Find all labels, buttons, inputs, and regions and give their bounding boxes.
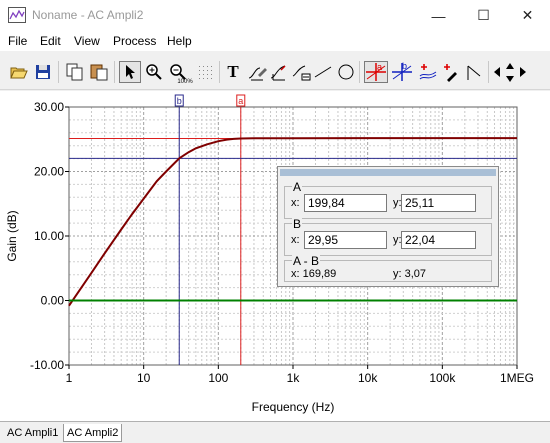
cursor-b-label: b <box>402 61 408 71</box>
cursor-b-x-label: x: <box>291 234 300 246</box>
cursor-a-label: a <box>377 62 383 72</box>
save-icon <box>36 65 50 79</box>
y-axis-label: Gain (dB) <box>5 210 19 261</box>
zoom-100-label: 100% <box>177 79 193 85</box>
cursor-diff-x: x: 169,89 <box>291 268 337 280</box>
menu-help[interactable]: Help <box>167 34 192 48</box>
curve-tool-button[interactable] <box>268 61 290 83</box>
y-tick-label: 0.00 <box>41 294 65 308</box>
toolbar: 100% T a b <box>0 55 550 90</box>
copy-icon <box>66 63 83 81</box>
text-tool-button[interactable]: T <box>222 61 244 83</box>
marker-icon <box>444 64 457 82</box>
arrow-down-button[interactable] <box>504 73 516 85</box>
arrow-right-button[interactable] <box>517 61 529 83</box>
title-bar: Noname - AC Ampli2 — ☐ ✕ <box>0 0 550 31</box>
cursor-diff-group: A - B x: 169,89 y: 3,07 <box>284 255 492 282</box>
x-tick-label: 10k <box>358 371 378 385</box>
cursor-panel-titlebar[interactable] <box>280 169 496 176</box>
cursor-a-button[interactable]: a <box>364 61 388 83</box>
y-tick-label: -10.00 <box>30 358 64 372</box>
toolbar-separator <box>114 61 115 83</box>
y-tick-label: 20.00 <box>34 165 64 179</box>
app-icon <box>8 7 26 23</box>
grid-icon <box>199 66 212 79</box>
toolbar-separator <box>58 61 59 83</box>
x-tick-label: 1MEG <box>500 371 534 385</box>
paste-icon <box>90 64 108 81</box>
cursor-b-flag-label: b <box>177 96 182 106</box>
select-tool-button[interactable] <box>119 61 141 83</box>
window-title: Noname - AC Ampli2 <box>32 8 144 22</box>
maximize-button[interactable]: ☐ <box>461 0 506 31</box>
arrow-up-icon <box>506 63 514 69</box>
cursor-a-x-label: x: <box>291 197 300 209</box>
add-curve-icon <box>419 64 437 80</box>
cursor-mode-button[interactable] <box>464 61 486 83</box>
cursor-b-button[interactable]: b <box>390 61 414 83</box>
toolbar-separator <box>359 61 360 83</box>
line-tool-button[interactable] <box>312 61 334 83</box>
copy-button[interactable] <box>64 61 86 83</box>
x-tick-label: 1k <box>287 371 301 385</box>
x-tick-label: 100k <box>429 371 456 385</box>
cursor-b-x-field[interactable]: 29,95 <box>304 231 387 249</box>
minimize-button[interactable]: — <box>416 0 461 31</box>
ellipse-tool-button[interactable] <box>335 61 357 83</box>
cursor-a-x-field[interactable]: 199,84 <box>304 194 387 212</box>
arrow-right-icon <box>520 67 526 77</box>
menu-process[interactable]: Process <box>113 34 156 48</box>
zoom-in-icon <box>146 64 162 80</box>
x-tick-label: 100 <box>208 371 228 385</box>
cursor-b-group: B x: 29,95 y: 22,04 <box>284 218 492 256</box>
x-tick-label: 1 <box>66 371 73 385</box>
toolbar-separator <box>488 61 489 83</box>
open-button[interactable] <box>8 61 30 83</box>
pen-icon <box>248 67 267 81</box>
grid-button[interactable] <box>194 61 216 83</box>
marker-button[interactable] <box>440 61 462 83</box>
x-axis-label: Frequency (Hz) <box>252 400 335 414</box>
menu-view[interactable]: View <box>74 34 100 48</box>
cursor-b-y-field[interactable]: 22,04 <box>401 231 476 249</box>
toolbar-separator <box>219 61 220 83</box>
curve-tool-icon <box>270 65 286 81</box>
cursor-a-flag-label: a <box>238 96 243 106</box>
tab-ac-ampli2[interactable]: AC Ampli2 <box>63 424 123 442</box>
arrow-up-button[interactable] <box>504 60 516 72</box>
line-tool-icon <box>314 66 332 78</box>
close-button[interactable]: ✕ <box>505 0 550 31</box>
cursor-panel[interactable]: A x: 199,84 y: 25,11 B x: 29,95 y: 22,04… <box>277 166 499 287</box>
save-button[interactable] <box>32 61 54 83</box>
arrow-left-icon <box>494 67 500 77</box>
arrow-down-icon <box>506 76 514 82</box>
menu-edit[interactable]: Edit <box>40 34 61 48</box>
ellipse-tool-icon <box>338 64 354 80</box>
sheet-tabs: AC Ampli1 AC Ampli2 <box>0 421 550 443</box>
paste-button[interactable] <box>88 61 110 83</box>
cursor-a-y-field[interactable]: 25,11 <box>401 194 476 212</box>
zoom-in-button[interactable] <box>143 61 165 83</box>
y-tick-label: 30.00 <box>34 100 64 114</box>
cursor-b-title: B <box>292 217 303 231</box>
x-tick-label: 10 <box>137 371 151 385</box>
menu-bar: File Edit View Process Help <box>0 31 550 51</box>
axis-tool-button[interactable] <box>290 61 312 83</box>
tab-ac-ampli1[interactable]: AC Ampli1 <box>4 424 61 442</box>
menu-file[interactable]: File <box>8 34 27 48</box>
pen-tool-button[interactable] <box>246 61 268 83</box>
cursor-a-group: A x: 199,84 y: 25,11 <box>284 181 492 219</box>
cursor-a-title: A <box>292 180 303 194</box>
cursor-mode-icon <box>467 65 481 80</box>
y-tick-label: 10.00 <box>34 229 64 243</box>
select-arrow-icon <box>126 65 135 79</box>
add-curve-button[interactable] <box>417 61 439 83</box>
cursor-a-icon <box>366 63 386 81</box>
axis-tool-icon <box>292 65 311 81</box>
cursor-diff-y: y: 3,07 <box>393 268 427 280</box>
arrow-left-button[interactable] <box>491 61 503 83</box>
open-icon <box>10 67 28 79</box>
cursor-diff-title: A - B <box>292 254 321 268</box>
